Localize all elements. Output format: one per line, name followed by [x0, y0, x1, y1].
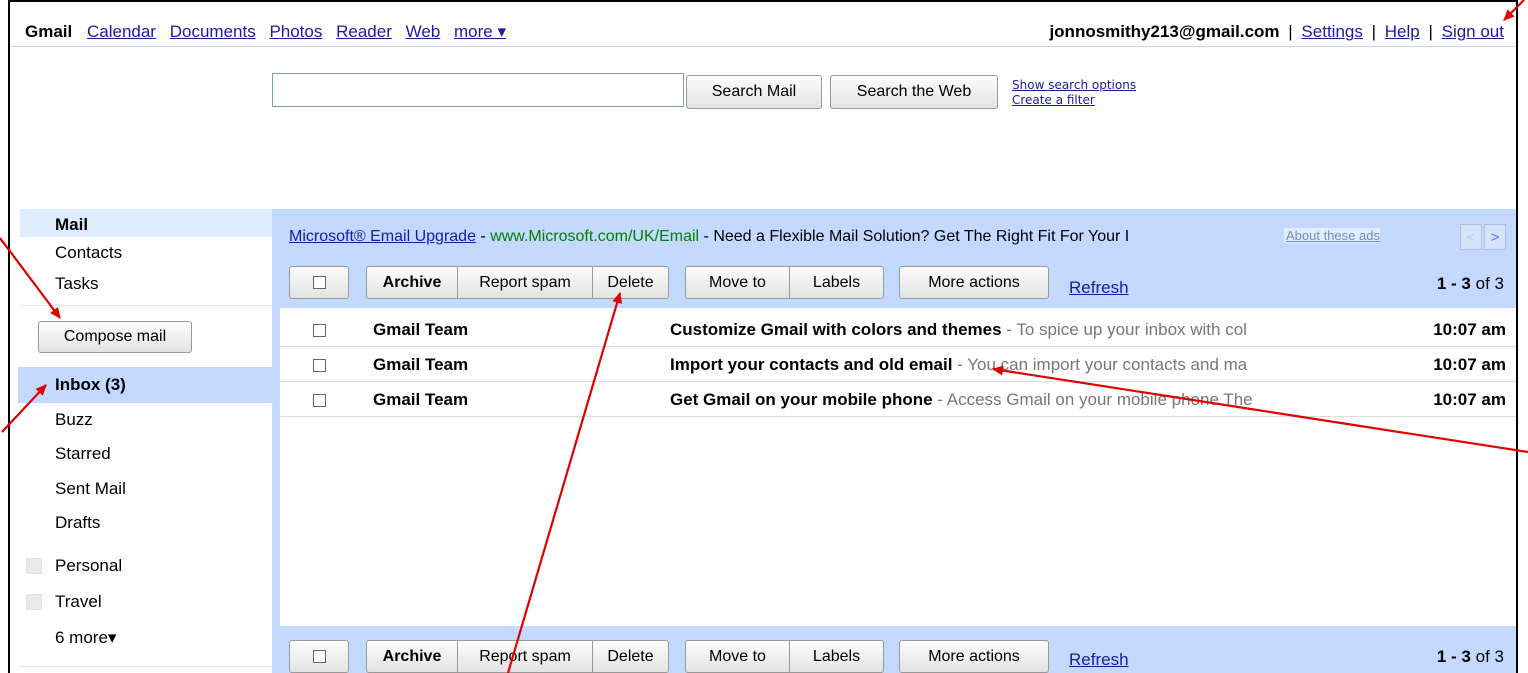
- nav-documents[interactable]: Documents: [170, 22, 256, 41]
- move-to-button[interactable]: Move to: [685, 266, 790, 299]
- delete-button[interactable]: Delete: [592, 266, 669, 299]
- count-range: 1 - 3: [1436, 647, 1471, 666]
- ad-prev-button[interactable]: <: [1460, 224, 1482, 250]
- about-ads-link[interactable]: About these ads: [1284, 228, 1380, 243]
- message-checkbox[interactable]: [313, 324, 326, 337]
- ad-separator: -: [699, 228, 714, 245]
- divider: [20, 666, 272, 667]
- nav-inbox[interactable]: Inbox (3): [55, 375, 126, 395]
- compose-mail-button[interactable]: Compose mail: [38, 321, 192, 353]
- message-count: 1 - 3 of 3: [1437, 274, 1504, 294]
- nav-photos[interactable]: Photos: [269, 22, 322, 41]
- message-sender: Gmail Team: [373, 355, 469, 374]
- nav-mail[interactable]: Mail: [55, 215, 88, 235]
- nav-buzz[interactable]: Buzz: [55, 410, 93, 430]
- more-actions-button[interactable]: More actions: [899, 266, 1049, 299]
- search-mail-button[interactable]: Search Mail: [686, 75, 822, 109]
- delete-button-bottom[interactable]: Delete: [592, 640, 669, 673]
- nav-tasks[interactable]: Tasks: [55, 274, 98, 294]
- separator: |: [1371, 22, 1377, 41]
- report-spam-button[interactable]: Report spam: [457, 266, 593, 299]
- select-all-dropdown[interactable]: [289, 266, 349, 299]
- select-all-checkbox[interactable]: [312, 276, 326, 289]
- nav-calendar[interactable]: Calendar: [87, 22, 156, 41]
- message-subject[interactable]: Get Gmail on your mobile phone - Access …: [670, 390, 1350, 410]
- count-total: of 3: [1475, 274, 1504, 293]
- message-checkbox[interactable]: [313, 394, 326, 407]
- message-snippet: - To spice up your inbox with col: [1001, 320, 1247, 339]
- ad-url[interactable]: www.Microsoft.com/UK/Email: [490, 228, 699, 245]
- ad-title-link[interactable]: Microsoft® Email Upgrade: [289, 228, 476, 245]
- sign-out-link[interactable]: Sign out: [1442, 22, 1504, 41]
- message-time: 10:07 am: [1433, 355, 1506, 374]
- more-labels-link[interactable]: 6 more▾: [55, 628, 116, 648]
- message-subject[interactable]: Import your contacts and old email - You…: [670, 355, 1350, 375]
- settings-link[interactable]: Settings: [1301, 22, 1362, 41]
- count-range: 1 - 3: [1436, 274, 1471, 293]
- message-snippet: - Access Gmail on your mobile phone The: [932, 390, 1253, 409]
- message-checkbox[interactable]: [313, 359, 326, 372]
- refresh-link-bottom[interactable]: Refresh: [1069, 650, 1129, 670]
- refresh-link[interactable]: Refresh: [1069, 278, 1129, 298]
- labels-button-bottom[interactable]: Labels: [789, 640, 884, 673]
- sponsored-ad: Microsoft® Email Upgrade - www.Microsoft…: [289, 228, 1129, 246]
- message-row[interactable]: Gmail Team Customize Gmail with colors a…: [280, 312, 1516, 347]
- message-sender: Gmail Team: [373, 320, 469, 339]
- ad-next-button[interactable]: >: [1484, 224, 1506, 250]
- ad-text: Need a Flexible Mail Solution? Get The R…: [713, 228, 1130, 245]
- archive-button[interactable]: Archive: [366, 266, 458, 299]
- message-row[interactable]: Gmail Team Get Gmail on your mobile phon…: [280, 382, 1516, 417]
- message-row[interactable]: Gmail Team Import your contacts and old …: [280, 347, 1516, 382]
- separator: |: [1428, 22, 1433, 41]
- subject-text: Get Gmail on your mobile phone: [670, 390, 933, 409]
- search-input[interactable]: [272, 73, 684, 107]
- label-travel[interactable]: Travel: [55, 592, 102, 612]
- subject-text: Customize Gmail with colors and themes: [670, 320, 1002, 339]
- help-link[interactable]: Help: [1385, 22, 1420, 41]
- label-personal[interactable]: Personal: [55, 556, 122, 576]
- gmail-window: Gmail Calendar Documents Photos Reader W…: [8, 0, 1518, 673]
- product-nav: Gmail Calendar Documents Photos Reader W…: [25, 22, 515, 42]
- message-time: 10:07 am: [1433, 390, 1506, 409]
- nav-more[interactable]: more ▾: [454, 22, 506, 41]
- more-actions-button-bottom[interactable]: More actions: [899, 640, 1049, 673]
- message-sender: Gmail Team: [373, 390, 469, 409]
- gmail-brand: Gmail: [25, 22, 73, 41]
- divider: [20, 305, 272, 306]
- subject-text: Import your contacts and old email: [670, 355, 953, 374]
- select-all-checkbox[interactable]: [312, 650, 326, 663]
- nav-sent-mail[interactable]: Sent Mail: [55, 479, 126, 499]
- top-bar: Gmail Calendar Documents Photos Reader W…: [10, 2, 1516, 47]
- move-to-button-bottom[interactable]: Move to: [685, 640, 790, 673]
- report-spam-button-bottom[interactable]: Report spam: [457, 640, 593, 673]
- search-web-button[interactable]: Search the Web: [830, 75, 998, 109]
- label-color-icon: [26, 558, 42, 574]
- nav-drafts[interactable]: Drafts: [55, 513, 100, 533]
- count-total: of 3: [1475, 647, 1504, 666]
- show-search-options-link[interactable]: Show search options: [1012, 78, 1136, 93]
- archive-button-bottom[interactable]: Archive: [366, 640, 458, 673]
- select-all-dropdown-bottom[interactable]: [289, 640, 349, 673]
- account-bar: jonnosmithy213@gmail.com | Settings | He…: [1049, 22, 1504, 42]
- nav-starred[interactable]: Starred: [55, 444, 111, 464]
- account-email: jonnosmithy213@gmail.com: [1049, 22, 1280, 41]
- message-snippet: - You can import your contacts and ma: [952, 355, 1248, 374]
- nav-web[interactable]: Web: [406, 22, 441, 41]
- message-subject[interactable]: Customize Gmail with colors and themes -…: [670, 320, 1350, 340]
- label-color-icon: [26, 594, 42, 610]
- message-time: 10:07 am: [1433, 320, 1506, 339]
- ad-separator: -: [475, 228, 491, 245]
- create-filter-link[interactable]: Create a filter: [1012, 93, 1136, 108]
- message-count-bottom: 1 - 3 of 3: [1437, 647, 1504, 667]
- search-options-links: Show search options Create a filter: [1012, 78, 1136, 108]
- separator: |: [1288, 22, 1293, 41]
- nav-contacts[interactable]: Contacts: [55, 243, 122, 263]
- nav-reader[interactable]: Reader: [336, 22, 392, 41]
- labels-button[interactable]: Labels: [789, 266, 884, 299]
